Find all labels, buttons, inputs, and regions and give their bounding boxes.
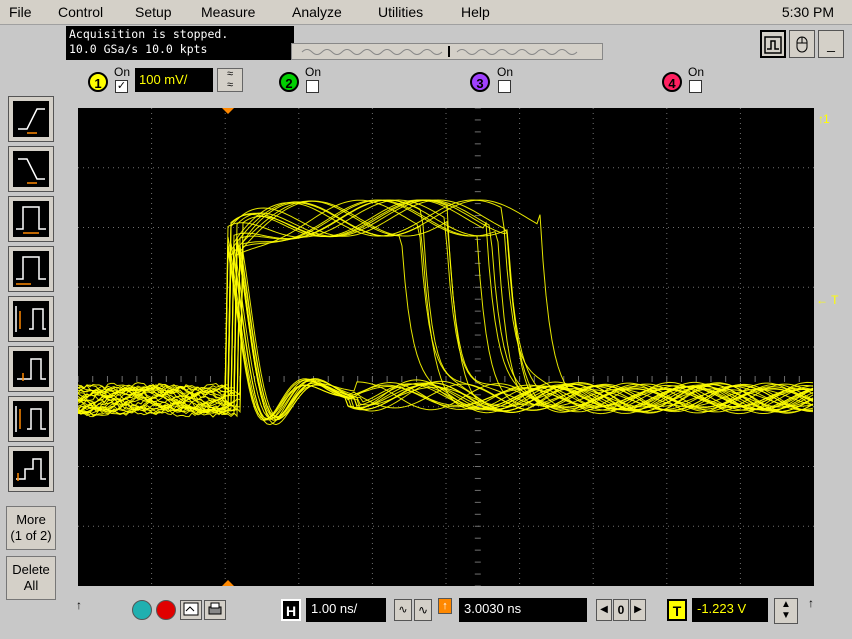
delay-value[interactable]: 3.0030 ns	[459, 598, 587, 622]
status-line-2: 10.0 GSa/s 10.0 kpts	[69, 42, 208, 56]
trigger-level-label: T	[831, 293, 839, 307]
rise-time-button[interactable]	[8, 296, 54, 342]
pulse-width-button[interactable]	[8, 196, 54, 242]
channel-1-on-label: On	[114, 65, 131, 79]
menu-setup[interactable]: Setup	[135, 4, 172, 20]
horizontal-label: H	[281, 599, 301, 621]
overview-wave-icon	[301, 46, 578, 57]
menu-file[interactable]: File	[9, 4, 32, 20]
falling-edge-button[interactable]	[8, 146, 54, 192]
more-page-label: (1 of 2)	[10, 528, 52, 543]
menu-analyze[interactable]: Analyze	[292, 4, 342, 20]
rising-edge-icon	[18, 108, 45, 134]
stop-button[interactable]	[156, 600, 176, 620]
clock: 5:30 PM	[781, 4, 834, 20]
channel-1-checkbox[interactable]: ✓	[115, 80, 128, 93]
delay-left-button[interactable]: ◀	[596, 599, 612, 621]
bottom-bar: ↑ H 1.00 ns/ ∿ ∿ ↑ 3.0030 ns ◀ 0 ▶ T -1.…	[70, 592, 852, 639]
rising-edge-button[interactable]	[8, 96, 54, 142]
mouse-icon	[796, 36, 808, 53]
single-acquire-icon	[183, 602, 199, 616]
status-line-1: Acquisition is stopped.	[69, 27, 229, 41]
base-level-button[interactable]	[8, 446, 54, 492]
time-scale-fine-button[interactable]: ∿	[394, 599, 412, 621]
trigger-level-value[interactable]: -1.223 V	[692, 598, 768, 622]
mouse-mode-button[interactable]	[789, 30, 815, 58]
channel-2-badge[interactable]: 2	[279, 72, 299, 92]
amplitude-button[interactable]	[8, 346, 54, 392]
waveform-display[interactable]: 1	[77, 107, 830, 587]
falling-edge-icon	[18, 158, 45, 184]
left-trigger-panel: More (1 of 2) Delete All	[0, 90, 60, 639]
channel-1-ground-marker-icon: ↑	[818, 112, 824, 126]
channel-3-checkbox[interactable]	[498, 80, 511, 93]
channel-1-ground-marker: 1	[823, 112, 830, 126]
channel-4-on-label: On	[688, 65, 705, 79]
delay-right-button[interactable]: ▶	[630, 599, 646, 621]
waveform-window-button[interactable]	[760, 30, 786, 58]
period-button[interactable]	[8, 246, 54, 292]
channel-4-badge[interactable]: 4	[662, 72, 682, 92]
base-level-icon	[16, 458, 46, 481]
channel-3-on-label: On	[497, 65, 514, 79]
trigger-position-icon: ↑	[438, 598, 452, 614]
menu-bar: File Control Setup Measure Analyze Utili…	[0, 0, 852, 25]
channel-3-badge[interactable]: 3	[470, 72, 490, 92]
rise-time-icon	[15, 306, 46, 332]
delete-label: Delete	[12, 562, 50, 577]
channel-2-on-label: On	[305, 65, 322, 79]
time-scale-value[interactable]: 1.00 ns/	[306, 598, 386, 622]
acquisition-status: Acquisition is stopped. 10.0 GSa/s 10.0 …	[66, 26, 294, 60]
top-level-button[interactable]	[8, 396, 54, 442]
waveform-canvas	[77, 107, 814, 587]
top-level-icon	[15, 406, 46, 432]
waveform-overview-bar[interactable]	[291, 43, 603, 60]
trigger-level-stepper[interactable]: ▲ ▼	[774, 598, 798, 624]
run-button[interactable]	[132, 600, 152, 620]
menu-measure[interactable]: Measure	[201, 4, 255, 20]
channel-1-scale[interactable]: 100 mV/	[135, 68, 213, 92]
trigger-time-marker-top	[222, 108, 234, 114]
trigger-time-marker-bottom	[222, 580, 234, 586]
horizontal-ref-marker-icon: ↑	[76, 598, 82, 612]
channel-2-checkbox[interactable]	[306, 80, 319, 93]
channel-bar: 1 On ✓ 100 mV/ ≈ ≈ 2 On 3 On 4 On	[72, 63, 842, 101]
more-button[interactable]: More (1 of 2)	[6, 506, 56, 550]
pulse-width-icon	[16, 206, 46, 234]
more-label: More	[16, 512, 46, 527]
trigger-level-marker: ← T	[816, 293, 839, 307]
menu-utilities[interactable]: Utilities	[378, 4, 423, 20]
delete-all-button[interactable]: Delete All	[6, 556, 56, 600]
channel-1-badge[interactable]: 1	[88, 72, 108, 92]
delay-zero-button[interactable]: 0	[613, 599, 629, 621]
print-button[interactable]	[204, 600, 226, 620]
waveform-window-icon	[764, 36, 782, 54]
time-scale-coarse-button[interactable]: ∿	[414, 599, 432, 621]
channel-1-scale-stepper[interactable]: ≈ ≈	[217, 68, 243, 92]
trigger-ref-marker-icon: ↑	[808, 596, 814, 610]
all-label: All	[23, 578, 39, 593]
menu-help[interactable]: Help	[461, 4, 490, 20]
channel-4-checkbox[interactable]	[689, 80, 702, 93]
single-button[interactable]	[180, 600, 202, 620]
printer-icon	[208, 602, 222, 615]
period-icon	[16, 256, 46, 285]
amplitude-icon	[17, 358, 46, 381]
minimize-button[interactable]: _	[818, 30, 844, 58]
menu-control[interactable]: Control	[58, 4, 103, 20]
trigger-label: T	[667, 599, 687, 621]
